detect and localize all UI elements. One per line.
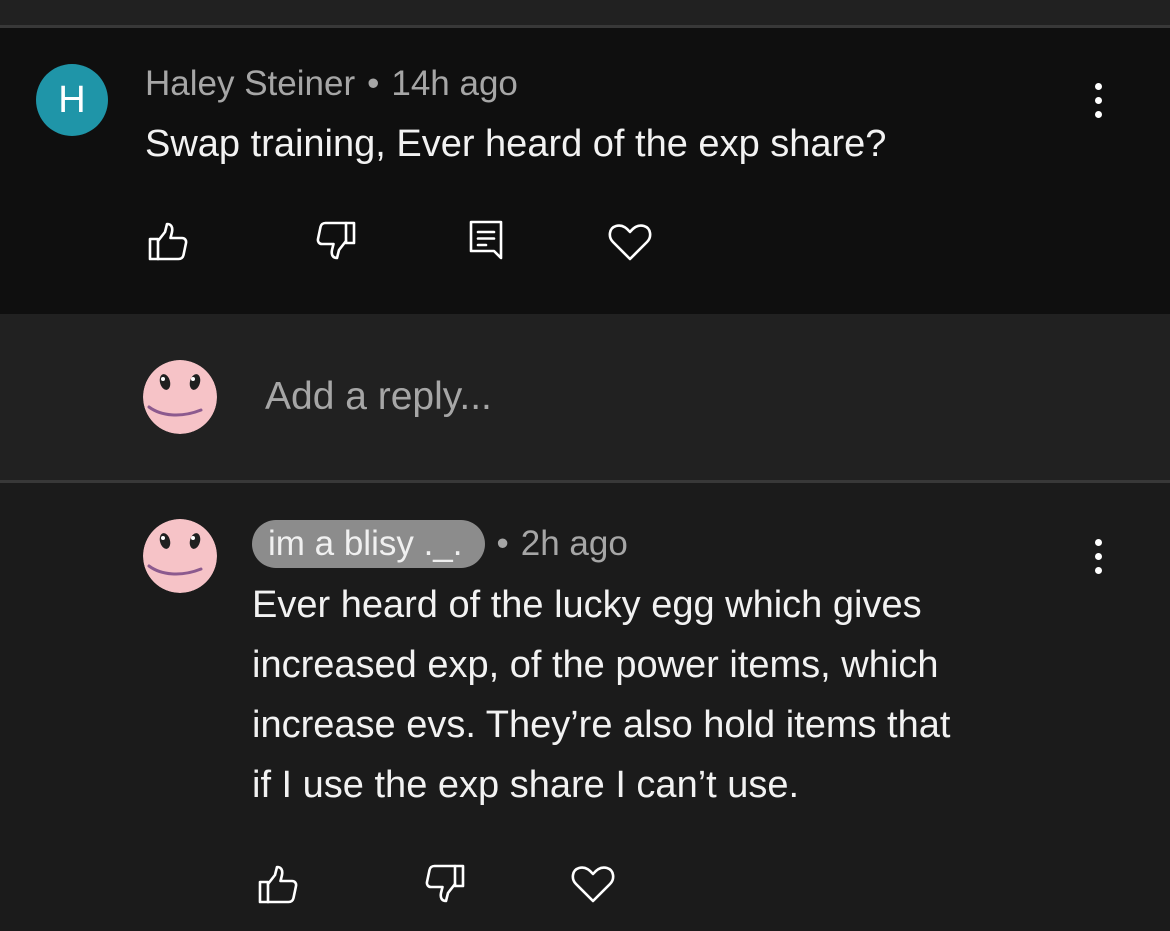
comment-line: Ever heard of the lucky egg which gives	[252, 584, 922, 626]
comment-meta: Haley Steiner • 14h ago	[145, 64, 518, 104]
avatar[interactable]	[143, 360, 217, 434]
dislike-button[interactable]	[309, 212, 365, 268]
comment-line: increased exp, of the power items, which	[252, 644, 939, 686]
dislike-button[interactable]	[418, 855, 474, 911]
meta-separator: •	[496, 524, 509, 563]
reply-input[interactable]: Add a reply...	[265, 372, 492, 422]
comment-meta: im a blisy ._. • 2h ago	[252, 520, 628, 568]
like-button[interactable]	[249, 857, 305, 913]
comment-timestamp: 2h ago	[520, 524, 628, 563]
more-vertical-icon	[1094, 538, 1102, 546]
more-options-button[interactable]	[1078, 528, 1118, 584]
avatar[interactable]: H	[36, 64, 108, 136]
comment-line: if I use the exp share I can’t use.	[252, 764, 800, 806]
heart-icon	[571, 866, 615, 903]
more-options-button[interactable]	[1078, 72, 1118, 128]
avatar[interactable]	[143, 519, 217, 593]
heart-button[interactable]	[602, 214, 658, 270]
thumbs-down-icon	[425, 864, 465, 903]
reply-button[interactable]	[458, 212, 514, 268]
top-strip	[0, 0, 1170, 26]
comment-text: Swap training, Ever heard of the exp sha…	[145, 123, 887, 165]
comment-icon	[469, 220, 503, 260]
author-name[interactable]: Haley Steiner	[145, 64, 355, 103]
comment-line: increase evs. They’re also hold items th…	[252, 704, 951, 746]
meta-separator: •	[367, 64, 380, 103]
comment-text: Ever heard of the lucky egg which gives …	[252, 575, 950, 815]
thumbs-up-icon	[258, 865, 298, 904]
author-chip[interactable]: im a blisy ._.	[252, 520, 485, 568]
thumbs-up-icon	[148, 222, 188, 261]
like-button[interactable]	[139, 214, 195, 270]
comment-timestamp: 14h ago	[391, 64, 518, 103]
thumbs-down-icon	[316, 221, 356, 260]
heart-icon	[608, 224, 652, 261]
more-vertical-icon	[1094, 82, 1102, 90]
heart-button[interactable]	[565, 856, 621, 912]
